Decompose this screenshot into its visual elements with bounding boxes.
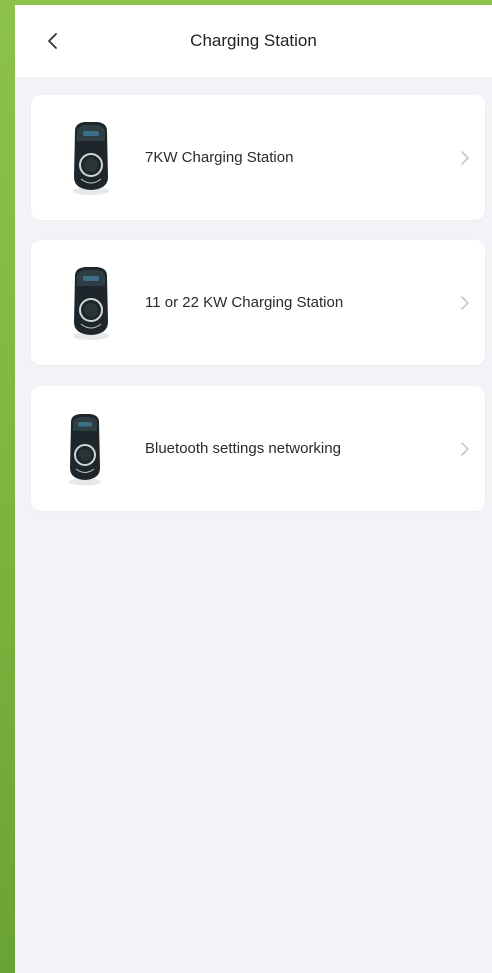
back-button[interactable]: [37, 25, 69, 57]
list-item-11-22kw-charging-station[interactable]: 11 or 22 KW Charging Station: [31, 240, 485, 365]
chevron-right-icon: [461, 151, 469, 165]
charger-device-icon: [73, 267, 109, 340]
header-bar: Charging Station: [15, 5, 492, 77]
charger-device-icon: [73, 122, 109, 195]
item-label: Bluetooth settings networking: [145, 440, 341, 457]
page-title: Charging Station: [190, 31, 317, 50]
chevron-right-icon: [461, 442, 469, 456]
charger-device-icon: [69, 414, 101, 486]
chevron-left-icon: [48, 33, 57, 49]
item-label: 11 or 22 KW Charging Station: [145, 294, 344, 311]
list-item-bluetooth-settings-networking[interactable]: Bluetooth settings networking: [31, 386, 485, 511]
list-item-7kw-charging-station[interactable]: 7KW Charging Station: [31, 95, 485, 220]
app-screen: Charging Station 7KW Charging Station 11…: [15, 5, 492, 973]
item-label: 7KW Charging Station: [145, 149, 294, 166]
chevron-right-icon: [461, 296, 469, 310]
